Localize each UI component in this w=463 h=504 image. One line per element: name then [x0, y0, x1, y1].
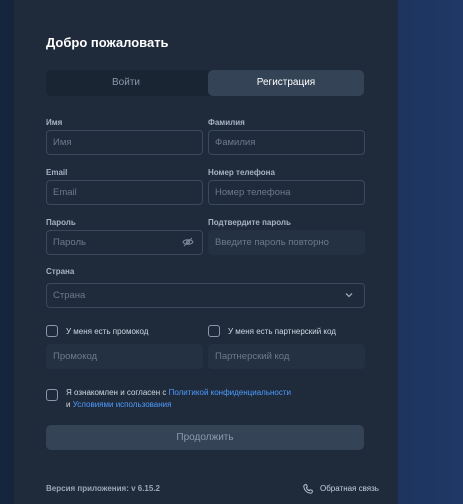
phone-label: Номер телефона	[208, 168, 275, 177]
password-label: Пароль	[46, 218, 76, 227]
consent-checkbox[interactable]	[46, 389, 58, 401]
email-field[interactable]: Email	[46, 180, 203, 205]
partner-code-field[interactable]: Партнерский код	[208, 344, 365, 369]
feedback-label: Обратная связь	[320, 484, 379, 493]
tab-register[interactable]: Регистрация	[208, 70, 364, 96]
eye-off-icon[interactable]	[182, 236, 194, 248]
country-label: Страна	[46, 267, 75, 276]
last-name-placeholder: Фамилия	[215, 137, 256, 148]
consent-text: Я ознакомлен и согласен с Политикой конф…	[66, 387, 356, 411]
promo-checkbox-label: У меня есть промокод	[66, 327, 149, 336]
privacy-policy-link[interactable]: Политикой конфиденциальности	[169, 388, 291, 397]
partner-checkbox-label: У меня есть партнерский код	[228, 327, 336, 336]
password-field[interactable]: Пароль	[46, 230, 203, 255]
confirm-password-label: Подтвердите пароль	[208, 218, 291, 227]
partner-code-placeholder: Партнерский код	[215, 351, 290, 362]
continue-button[interactable]: Продолжить	[46, 425, 364, 450]
confirm-password-field[interactable]: Введите пароль повторно	[208, 230, 365, 255]
country-placeholder: Страна	[53, 290, 86, 301]
email-placeholder: Email	[53, 187, 77, 198]
promo-code-placeholder: Промокод	[53, 351, 98, 362]
last-name-label: Фамилия	[208, 118, 245, 127]
first-name-field[interactable]: Имя	[46, 130, 203, 155]
promo-code-field[interactable]: Промокод	[46, 344, 203, 369]
chevron-down-icon	[345, 293, 353, 298]
page-title: Добро пожаловать	[46, 35, 169, 50]
phone-icon	[303, 484, 313, 494]
first-name-label: Имя	[46, 118, 63, 127]
consent-prefix: Я ознакомлен и согласен с	[66, 388, 167, 397]
background-sidebar	[0, 0, 14, 504]
terms-of-use-link[interactable]: Условиями использования	[73, 400, 172, 409]
password-placeholder: Пароль	[53, 237, 86, 248]
country-select[interactable]: Страна	[46, 283, 365, 308]
app-version: Версия приложения: v 6.15.2	[46, 484, 160, 493]
consent-and: и	[66, 400, 71, 409]
phone-field[interactable]: Номер телефона	[208, 180, 365, 205]
partner-checkbox[interactable]	[208, 325, 220, 337]
first-name-placeholder: Имя	[53, 137, 72, 148]
promo-checkbox[interactable]	[46, 325, 58, 337]
confirm-password-placeholder: Введите пароль повторно	[215, 237, 329, 248]
tab-login[interactable]: Войти	[46, 70, 206, 96]
registration-panel: Добро пожаловать Войти Регистрация Имя И…	[14, 0, 398, 504]
last-name-field[interactable]: Фамилия	[208, 130, 365, 155]
auth-tabs: Войти Регистрация	[46, 70, 364, 96]
email-label: Email	[46, 168, 68, 177]
phone-placeholder: Номер телефона	[215, 187, 291, 198]
